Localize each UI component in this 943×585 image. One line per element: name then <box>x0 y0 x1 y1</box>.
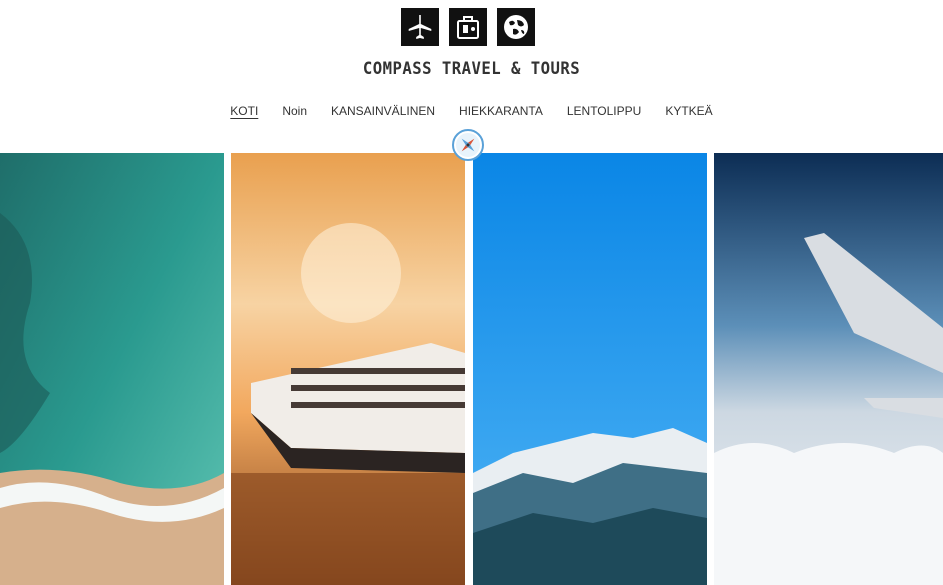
airplane-wing-image <box>714 153 943 585</box>
nav-item-kytkea[interactable]: KYTKEÄ <box>665 104 712 120</box>
cruise-ship-image <box>231 153 465 585</box>
globe-icon <box>497 8 535 46</box>
snowy-mountains-image <box>473 153 707 585</box>
nav-item-kansainvalinen[interactable]: KANSAINVÄLINEN <box>331 104 435 120</box>
suitcase-icon <box>449 8 487 46</box>
nav-item-koti[interactable]: KOTI <box>230 104 258 120</box>
nav-item-hiekkaranta[interactable]: HIEKKARANTA <box>459 104 543 120</box>
image-gallery <box>0 153 943 585</box>
nav-item-lentolippu[interactable]: LENTOLIPPU <box>567 104 641 120</box>
airplane-icon <box>401 8 439 46</box>
logo-icons <box>401 8 535 46</box>
beach-aerial-image <box>0 153 224 585</box>
compass-icon <box>452 129 484 161</box>
brand-title: COMPASS TRAVEL & TOURS <box>362 59 581 79</box>
main-nav: KOTI Noin KANSAINVÄLINEN HIEKKARANTA LEN… <box>0 104 943 120</box>
nav-item-noin[interactable]: Noin <box>282 104 307 120</box>
